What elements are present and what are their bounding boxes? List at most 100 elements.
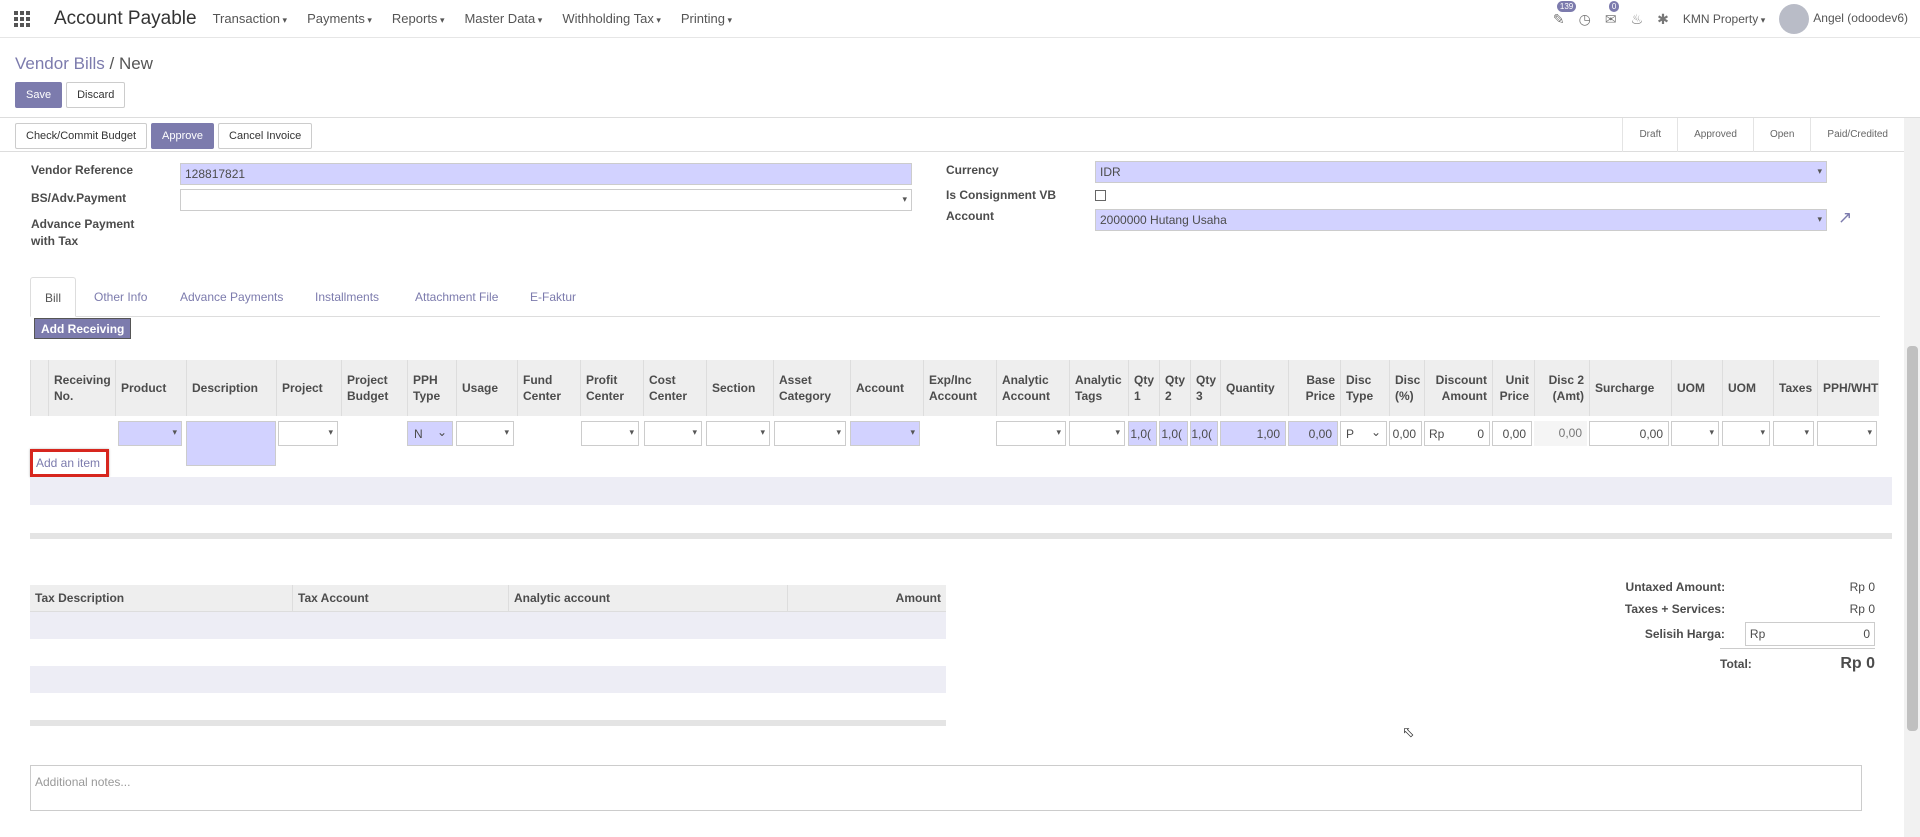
col-exp-inc-account[interactable]: Exp/Inc Account [923,360,996,416]
tax-col-amount[interactable]: Amount [788,585,946,611]
col-project[interactable]: Project [276,360,341,416]
menu-withholding-tax[interactable]: Withholding Tax [562,11,661,26]
col-base-price[interactable]: Base Price [1288,360,1340,416]
menu-payments[interactable]: Payments [307,11,372,26]
col-unit-price[interactable]: Unit Price [1492,360,1534,416]
line-quantity-input[interactable]: 1,00 [1220,421,1286,446]
line-pph-wht-select[interactable] [1817,421,1877,446]
tax-col-account[interactable]: Tax Account [293,585,509,611]
col-qty2[interactable]: Qty 2 [1159,360,1190,416]
selisih-input[interactable]: Rp 0 [1744,622,1875,646]
chat-icon[interactable]: ✉ 0 [1605,0,1620,28]
col-surcharge[interactable]: Surcharge [1589,360,1671,416]
col-description[interactable]: Description [186,360,276,416]
col-quantity[interactable]: Quantity [1220,360,1288,416]
col-disc-pct[interactable]: Disc (%) [1389,360,1424,416]
line-qty3-input[interactable]: 1,0( [1190,421,1218,446]
tax-col-description[interactable]: Tax Description [30,585,293,611]
stage-draft[interactable]: Draft [1622,118,1677,152]
col-profit-center[interactable]: Profit Center [580,360,643,416]
line-disc-pct-input[interactable]: 0,00 [1389,421,1422,446]
tab-advance-payments[interactable]: Advance Payments [166,277,297,317]
menu-master-data[interactable]: Master Data [464,11,542,26]
discard-button[interactable]: Discard [66,82,126,108]
col-taxes[interactable]: Taxes [1773,360,1817,416]
col-analytic-tags[interactable]: Analytic Tags [1069,360,1128,416]
col-qty3[interactable]: Qty 3 [1190,360,1220,416]
check-commit-budget-button[interactable]: Check/Commit Budget [15,123,148,149]
currency-select[interactable]: IDR [1095,161,1827,183]
user-menu[interactable]: Angel (odoodev6) [1779,4,1908,34]
tab-other-info[interactable]: Other Info [80,277,161,317]
col-account[interactable]: Account [850,360,923,416]
line-section-select[interactable] [706,421,770,446]
col-receiving-no[interactable]: Receiving No. [48,360,115,416]
line-usage-select[interactable] [456,421,514,446]
col-uom2[interactable]: UOM [1722,360,1773,416]
stage-approved[interactable]: Approved [1677,118,1753,152]
col-analytic-account[interactable]: Analytic Account [996,360,1069,416]
col-qty1[interactable]: Qty 1 [1128,360,1159,416]
col-usage[interactable]: Usage [456,360,517,416]
tab-bill[interactable]: Bill [30,277,77,317]
cancel-invoice-button[interactable]: Cancel Invoice [218,123,313,149]
line-pph-type-select[interactable]: N ⌄ [407,421,453,446]
line-account-select[interactable] [850,421,920,446]
col-uom1[interactable]: UOM [1671,360,1722,416]
line-qty2-input[interactable]: 1,0( [1159,421,1188,446]
tab-e-faktur[interactable]: E-Faktur [516,277,590,317]
tab-installments[interactable]: Installments [301,277,393,317]
menu-printing[interactable]: Printing [681,11,732,26]
apps-menu-icon[interactable] [14,10,36,27]
col-asset-category[interactable]: Asset Category [773,360,850,416]
add-an-item-link[interactable]: Add an item [30,449,109,477]
scrollbar[interactable] [1904,118,1920,837]
consignment-checkbox[interactable] [1095,190,1106,201]
line-profit-center-select[interactable] [581,421,639,446]
line-taxes-select[interactable] [1773,421,1814,446]
clock-icon[interactable]: ◷ [1579,11,1591,28]
line-analytic-tags-select[interactable] [1069,421,1125,446]
menu-transaction[interactable]: Transaction [213,11,287,26]
col-pph-type[interactable]: PPH Type [407,360,456,416]
stage-open[interactable]: Open [1752,118,1810,152]
line-description-input[interactable] [186,421,276,466]
col-section[interactable]: Section [706,360,773,416]
menu-reports[interactable]: Reports [392,11,445,26]
scrollbar-thumb[interactable] [1907,346,1918,731]
line-analytic-account-select[interactable] [996,421,1066,446]
tab-attachment-file[interactable]: Attachment File [401,277,512,317]
approve-button[interactable]: Approve [151,123,215,149]
line-cost-center-select[interactable] [644,421,702,446]
col-pph-wht[interactable]: PPH/WHT [1817,360,1879,416]
account-select[interactable]: 2000000 Hutang Usaha [1095,209,1827,231]
col-discount-amount[interactable]: Discount Amount [1424,360,1492,416]
save-button[interactable]: Save [15,82,63,108]
line-surcharge-input[interactable]: 0,00 [1589,421,1669,446]
tax-col-analytic[interactable]: Analytic account [509,585,788,611]
line-base-price-input[interactable]: 0,00 [1288,421,1338,446]
additional-notes-textarea[interactable]: Additional notes... [30,765,1862,811]
col-product[interactable]: Product [115,360,186,416]
col-disc2-amt[interactable]: Disc 2 (Amt) [1534,360,1589,416]
line-disc-type-select[interactable]: P ⌄ [1340,421,1387,446]
col-fund-center[interactable]: Fund Center [517,360,580,416]
col-cost-center[interactable]: Cost Center [643,360,706,416]
line-discount-amount-input[interactable]: Rp 0 [1424,421,1490,446]
line-unit-price-input[interactable]: 0,00 [1492,421,1532,446]
bug-icon[interactable]: ✱ [1657,11,1669,28]
bell-icon[interactable]: ♨ [1631,11,1644,28]
breadcrumb-vendor-bills[interactable]: Vendor Bills [15,54,105,73]
col-disc-type[interactable]: Disc Type [1340,360,1389,416]
line-asset-category-select[interactable] [774,421,846,446]
vendor-reference-input[interactable]: 128817821 [180,163,912,185]
stage-paid[interactable]: Paid/Credited [1810,118,1904,152]
line-uom2-select[interactable] [1722,421,1770,446]
activity-edit-icon[interactable]: ✎ 139 [1553,0,1577,28]
external-link-icon[interactable]: ↗ [1838,208,1852,228]
add-receiving-button[interactable]: Add Receiving [34,318,132,339]
line-product-select[interactable] [118,421,182,446]
company-switcher[interactable]: KMN Property [1683,12,1765,26]
bs-adv-payment-select[interactable] [180,189,912,211]
line-project-select[interactable] [278,421,338,446]
